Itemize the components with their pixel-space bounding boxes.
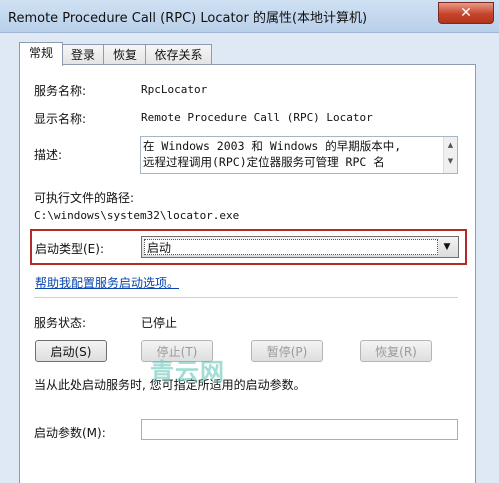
- scroll-up-icon[interactable]: ▲: [444, 141, 457, 149]
- description-text: 在 Windows 2003 和 Windows 的早期版本中, 远程过程调用(…: [143, 139, 402, 169]
- exe-path-label: 可执行文件的路径:: [34, 191, 135, 205]
- startup-type-dropdown[interactable]: 启动 ▼: [141, 236, 459, 258]
- title-bar: Remote Procedure Call (RPC) Locator 的属性(…: [0, 0, 499, 33]
- start-button[interactable]: 启动(S): [35, 340, 107, 362]
- start-params-label: 启动参数(M):: [34, 426, 106, 440]
- window-title: Remote Procedure Call (RPC) Locator 的属性(…: [8, 11, 368, 26]
- description-scrollbar[interactable]: ▲ ▼: [443, 137, 457, 173]
- service-name-label: 服务名称:: [34, 84, 87, 98]
- display-name-label: 显示名称:: [34, 112, 87, 126]
- display-name-value: Remote Procedure Call (RPC) Locator: [141, 111, 373, 124]
- resume-button[interactable]: 恢复(R): [360, 340, 432, 362]
- description-box[interactable]: 在 Windows 2003 和 Windows 的早期版本中, 远程过程调用(…: [140, 136, 458, 174]
- help-link[interactable]: 帮助我配置服务启动选项。: [35, 274, 179, 291]
- service-status-label: 服务状态:: [34, 316, 87, 330]
- service-name-value: RpcLocator: [141, 83, 208, 96]
- service-status-value: 已停止: [141, 316, 178, 330]
- stop-button[interactable]: 停止(T): [141, 340, 213, 362]
- close-icon: ✕: [460, 5, 472, 21]
- startup-type-label: 启动类型(E):: [35, 242, 104, 256]
- tab-recovery[interactable]: 恢复: [103, 44, 147, 65]
- hint-text: 当从此处启动服务时, 您可指定所适用的启动参数。: [34, 378, 306, 392]
- start-params-input[interactable]: [141, 419, 458, 440]
- tab-dependencies[interactable]: 依存关系: [145, 44, 212, 65]
- exe-path-value: C:\windows\system32\locator.exe: [34, 209, 240, 222]
- pause-button[interactable]: 暂停(P): [251, 340, 323, 362]
- scroll-down-icon[interactable]: ▼: [444, 157, 457, 165]
- chevron-down-icon[interactable]: ▼: [438, 238, 456, 256]
- tab-logon[interactable]: 登录: [61, 44, 105, 65]
- startup-type-value: 启动: [144, 239, 438, 255]
- divider: [34, 297, 458, 298]
- description-label: 描述:: [34, 148, 63, 162]
- tab-general[interactable]: 常规: [19, 42, 63, 66]
- close-button[interactable]: ✕: [438, 2, 494, 24]
